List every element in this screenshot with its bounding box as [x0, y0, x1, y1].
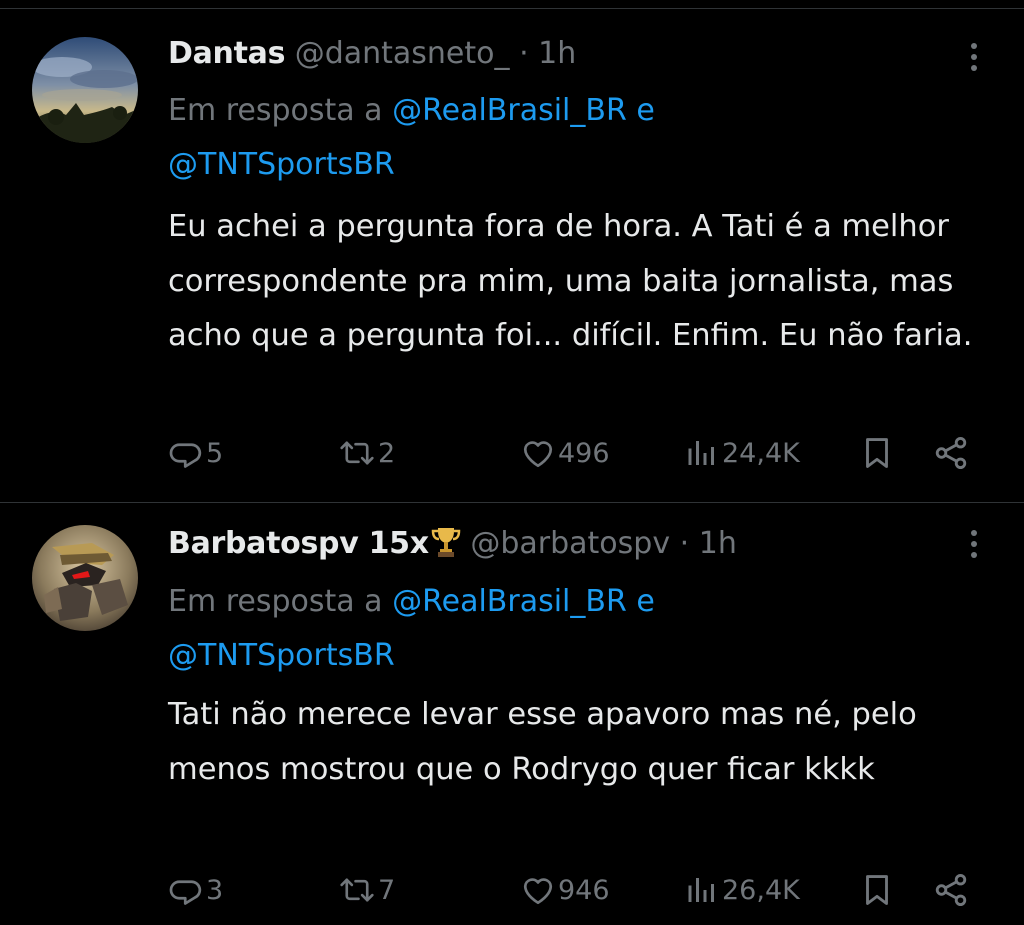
user-handle[interactable]: @dantasneto_ — [295, 36, 510, 71]
reply-icon — [169, 443, 202, 468]
tweet-header: Barbatospv 15x @barbatospv · 1h — [168, 522, 737, 566]
more-options-icon[interactable] — [964, 40, 984, 80]
retweet-count: 7 — [378, 874, 396, 906]
like-button[interactable]: 946 — [520, 865, 610, 915]
mention-conjunction: e — [636, 93, 655, 128]
like-count: 496 — [558, 437, 610, 469]
like-count: 946 — [558, 874, 610, 906]
retweet-button[interactable]: 7 — [338, 865, 395, 915]
like-button[interactable]: 496 — [520, 428, 610, 478]
tweet[interactable]: Dantas @dantasneto_ · 1h Em resposta a @… — [0, 10, 1024, 503]
avatar[interactable] — [32, 525, 138, 631]
view-count: 26,4K — [722, 874, 800, 906]
more-options-icon[interactable] — [964, 527, 984, 567]
tweet[interactable]: Barbatospv 15x @barbatospv · 1h Em respo… — [0, 503, 1024, 925]
reply-icon — [169, 880, 202, 905]
tweet-text: Tati não merece levar esse apavoro mas n… — [168, 697, 917, 787]
reply-count: 3 — [206, 874, 224, 906]
retweet-button[interactable]: 2 — [338, 428, 395, 478]
bookmark-button[interactable] — [858, 428, 896, 478]
reply-button[interactable]: 3 — [168, 865, 223, 915]
share-button[interactable] — [932, 865, 970, 915]
mention-link[interactable]: @RealBrasil_BR — [392, 584, 627, 619]
mention-link[interactable]: @TNTSportsBR — [168, 638, 395, 673]
mention-link[interactable]: @RealBrasil_BR — [392, 93, 627, 128]
action-bar: 5 2 496 24,4K — [0, 428, 1024, 478]
views-icon — [688, 878, 714, 902]
avatar[interactable] — [32, 37, 138, 143]
reply-context: Em resposta a @RealBrasil_BR e @TNTSport… — [168, 84, 988, 192]
reply-context: Em resposta a @RealBrasil_BR e @TNTSport… — [168, 575, 988, 683]
mention-conjunction: e — [636, 584, 655, 619]
tweet-text: Eu achei a pergunta fora de hora. A Tati… — [168, 209, 973, 353]
heart-icon — [523, 878, 553, 905]
share-icon — [935, 874, 967, 906]
user-name[interactable]: Dantas — [168, 36, 285, 71]
user-handle[interactable]: @barbatospv — [470, 526, 670, 561]
separator-dot: · — [519, 36, 529, 71]
retweet-count: 2 — [378, 437, 396, 469]
retweet-icon — [340, 878, 374, 902]
share-icon — [935, 437, 967, 469]
bookmark-button[interactable] — [858, 865, 896, 915]
timestamp[interactable]: 1h — [699, 526, 737, 561]
retweet-icon — [340, 441, 374, 465]
trophy-icon — [431, 528, 461, 557]
user-name[interactable]: Barbatospv 15x — [168, 526, 429, 561]
action-bar: 3 7 946 26,4K — [0, 865, 1024, 915]
bookmark-icon — [866, 875, 888, 905]
tweet-header: Dantas @dantasneto_ · 1h — [168, 32, 576, 76]
share-button[interactable] — [932, 428, 970, 478]
reply-button[interactable]: 5 — [168, 428, 223, 478]
mention-link[interactable]: @TNTSportsBR — [168, 147, 395, 182]
bookmark-icon — [866, 438, 888, 468]
views-button[interactable]: 26,4K — [684, 865, 800, 915]
views-button[interactable]: 24,4K — [684, 428, 800, 478]
reply-prefix: Em resposta a — [168, 584, 383, 619]
views-icon — [688, 441, 714, 465]
separator-dot: · — [679, 526, 690, 561]
top-divider — [0, 8, 1024, 9]
view-count: 24,4K — [722, 437, 800, 469]
reply-prefix: Em resposta a — [168, 93, 383, 128]
heart-icon — [523, 441, 553, 468]
timestamp[interactable]: 1h — [538, 36, 576, 71]
reply-count: 5 — [206, 437, 224, 469]
